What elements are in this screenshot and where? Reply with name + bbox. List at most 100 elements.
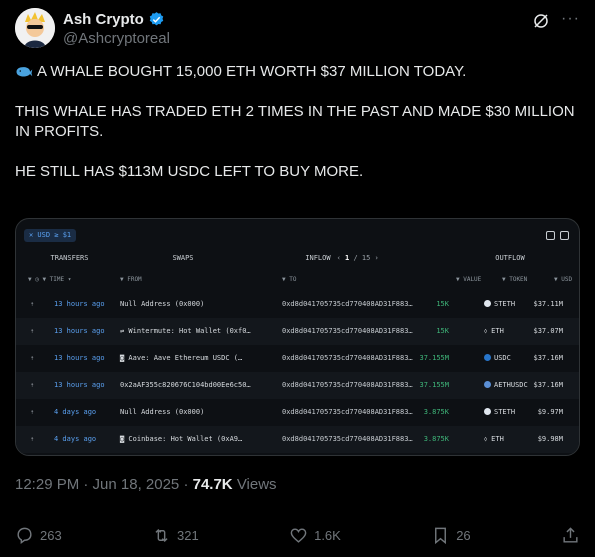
column-value[interactable]: ▼ VALUE [456,276,481,283]
repost-button[interactable]: 321 [152,526,199,545]
pager: ‹ 1 / 15 › [337,249,379,267]
bookmark-button[interactable]: 26 [431,526,471,545]
column-token[interactable]: ▼ TOKEN [502,276,527,283]
eth-icon: ⬨ [484,435,488,443]
tab-inflow[interactable]: INFLOW ‹ 1 / 15 › [243,249,441,267]
row-token-label: AETHUSDC [494,381,528,389]
repost-count: 321 [177,527,199,543]
row-token[interactable]: STETH [484,300,515,308]
table-row[interactable]: ⇡ 13 hours ago ◙ Aave: Aave Ethereum USD… [16,345,579,372]
column-to[interactable]: ▼ TO [282,276,296,283]
row-token-label: ETH [491,327,504,335]
eth-icon: ⬨ [484,327,488,335]
tab-swaps[interactable]: SWAPS [123,249,243,267]
post-actions: 263 321 1.6K 26 [15,523,580,547]
row-from[interactable]: 0x2aAF355c820676C104bd00Ee6c50… [120,381,251,389]
download-icon[interactable] [560,231,569,240]
row-from[interactable]: ⇌ Wintermute: Hot Wallet (0xf0… [120,327,251,335]
pin-icon[interactable]: ⇡ [30,408,34,416]
row-to[interactable]: 0xd8d041705735cd770408AD31F883… [282,354,413,362]
row-from[interactable]: ◙ Coinbase: Hot Wallet (0xA9… [120,435,242,443]
column-usd[interactable]: ▼ USD [554,276,572,283]
views-label: Views [236,476,277,493]
row-usd: $37.07M [533,327,563,335]
post-text: A WHALE BOUGHT 15,000 ETH WORTH $37 MILL… [15,62,580,202]
post-line-2: THIS WHALE HAS TRADED ETH 2 TIMES IN THE… [15,103,575,140]
table-row[interactable]: ⇡ 13 hours ago Null Address (0x000) 0xd8… [16,291,579,318]
post-timestamp[interactable]: 12:29 PM · Jun 18, 2025 · [15,476,188,493]
row-usd: $37.11M [533,300,563,308]
token-icon [484,300,491,307]
row-token[interactable]: ⬨ ETH [484,327,504,336]
row-token[interactable]: USDC [484,354,511,362]
author-name[interactable]: Ash Crypto [63,11,144,28]
tab-transfers[interactable]: TRANSFERS [16,249,123,267]
table-row[interactable]: ⇡ 4 days ago Null Address (0x000) 0xd8d0… [16,399,579,426]
row-time[interactable]: 13 hours ago [54,300,105,308]
views-count: 74.7K [192,476,233,493]
usd-filter-chip[interactable]: ✕ USD ≥ $1 [24,229,77,242]
pin-icon[interactable]: ⇡ [30,327,34,335]
row-time[interactable]: 13 hours ago [54,354,105,362]
transfers-table-image[interactable]: ✕ USD ≥ $1 TRANSFERS SWAPS INFLOW ‹ 1 / … [15,218,580,456]
table-row[interactable]: ⇡ 13 hours ago ⇌ Wintermute: Hot Wallet … [16,318,579,345]
row-usd: $9.97M [537,408,563,416]
table-rows: ⇡ 13 hours ago Null Address (0x000) 0xd8… [16,291,579,453]
avatar[interactable] [15,8,55,48]
table-row[interactable]: ⇡ 13 hours ago 0x2aAF355c820676C104bd00E… [16,372,579,399]
bookmark-icon [435,527,447,544]
row-usd: $9.98M [537,435,563,443]
pager-total: / 15 [353,254,371,262]
row-token-label: ETH [491,435,504,443]
tab-outflow[interactable]: OUTFLOW [441,249,579,267]
post-line-3: HE STILL HAS $113M USDC LEFT TO BUY MORE… [15,163,364,180]
share-button[interactable] [561,526,580,545]
post-meta: 12:29 PM · Jun 18, 2025 · 74.7K Views [15,476,277,493]
row-to[interactable]: 0xd8d041705735cd770408AD31F883… [282,408,413,416]
verified-badge-icon [149,12,164,26]
reply-icon [17,527,32,544]
row-token[interactable]: ⬨ ETH [484,435,504,444]
share-icon [563,526,578,543]
pager-prev-icon[interactable]: ‹ [337,254,341,262]
reply-button[interactable]: 263 [15,526,62,545]
row-time[interactable]: 4 days ago [54,408,96,416]
row-to[interactable]: 0xd8d041705735cd770408AD31F883… [282,300,413,308]
row-token[interactable]: STETH [484,408,515,416]
pin-icon[interactable]: ⇡ [30,435,34,443]
row-usd: $37.16M [533,354,563,362]
like-count: 1.6K [314,527,341,543]
pager-next-icon[interactable]: › [375,254,379,262]
row-value: 3.875K [423,435,449,443]
row-time[interactable]: 13 hours ago [54,381,105,389]
author-handle[interactable]: @Ashcryptoreal [63,30,170,47]
table-row[interactable]: ⇡ 4 days ago ◙ Coinbase: Hot Wallet (0xA… [16,426,579,453]
column-time[interactable]: ▼ ◷ ▼ TIME ▾ [28,276,71,283]
row-token-label: STETH [494,408,516,416]
pager-current: 1 [345,254,350,262]
row-value: 15K [436,300,449,308]
row-time[interactable]: 13 hours ago [54,327,105,335]
bookmark-count: 26 [456,527,471,543]
row-from[interactable]: ◙ Aave: Aave Ethereum USDC (… [120,354,242,362]
repost-icon [155,528,168,542]
row-to[interactable]: 0xd8d041705735cd770408AD31F883… [282,435,413,443]
whale-emoji-icon [16,67,33,77]
copy-icon[interactable] [546,231,555,240]
column-from[interactable]: ▼ FROM [120,276,142,283]
row-value: 37.155M [419,381,449,389]
pin-icon[interactable]: ⇡ [30,381,34,389]
grok-icon[interactable] [532,12,550,30]
more-options-icon[interactable]: ··· [561,10,580,28]
row-from[interactable]: Null Address (0x000) [120,300,204,308]
row-to[interactable]: 0xd8d041705735cd770408AD31F883… [282,327,413,335]
row-from[interactable]: Null Address (0x000) [120,408,204,416]
row-value: 15K [436,327,449,335]
table-header: ▼ ◷ ▼ TIME ▾ ▼ FROM ▼ TO ▼ VALUE ▼ TOKEN… [16,273,579,287]
pin-icon[interactable]: ⇡ [30,354,34,362]
row-to[interactable]: 0xd8d041705735cd770408AD31F883… [282,381,413,389]
row-time[interactable]: 4 days ago [54,435,96,443]
pin-icon[interactable]: ⇡ [30,300,34,308]
like-button[interactable]: 1.6K [289,526,341,545]
heart-icon [290,527,307,543]
